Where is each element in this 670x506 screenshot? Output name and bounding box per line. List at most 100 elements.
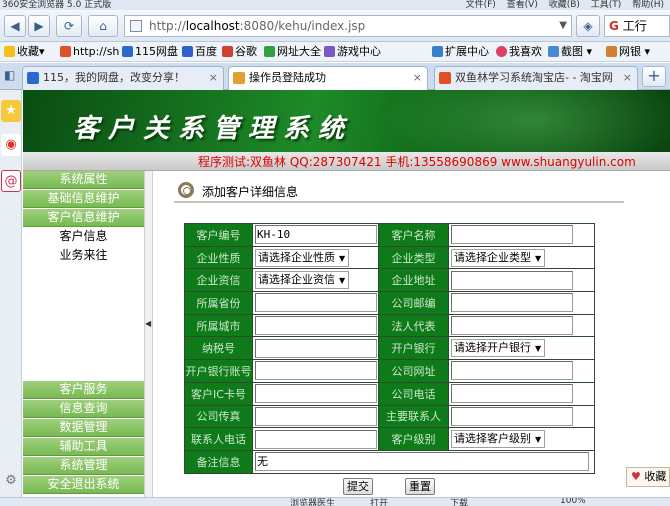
back-button[interactable]: ◀ <box>4 15 26 37</box>
banner-glow <box>383 90 670 152</box>
account-input[interactable] <box>255 361 377 381</box>
back-icon: ◀ <box>10 19 20 33</box>
weibo-icon[interactable]: ◉ <box>1 134 21 156</box>
phone-input[interactable] <box>451 384 573 404</box>
dropdown-icon[interactable]: ▼ <box>559 16 567 36</box>
fav-link-google[interactable]: 谷歌 <box>222 42 257 61</box>
menu-info-query[interactable]: 信息查询 <box>23 400 144 418</box>
customer-name-input[interactable] <box>451 225 573 245</box>
close-tab-icon[interactable]: × <box>209 67 218 89</box>
submenu-business[interactable]: 业务来往 <box>23 246 144 264</box>
sidebar-toggle-icon[interactable]: ◧ <box>4 68 15 82</box>
search-input[interactable]: G 工行 <box>604 15 670 37</box>
like-button[interactable]: 我喜欢 <box>496 42 542 61</box>
page-heading: 添加客户详细信息 <box>202 185 299 199</box>
province-input[interactable] <box>255 293 377 313</box>
tax-no-input[interactable] <box>255 338 377 358</box>
screenshot-button[interactable]: 截图 ▾ <box>548 42 592 61</box>
bank-select[interactable]: 请选择开户银行 ▼ <box>451 339 546 358</box>
chevron-down-icon: ▼ <box>535 253 542 263</box>
status-bar: 浏览器医生 打开 下载 100% <box>0 497 670 506</box>
nature-select[interactable]: 请选择企业性质 ▼ <box>255 248 350 267</box>
menu-customer-service[interactable]: 客户服务 <box>23 381 144 399</box>
reset-button[interactable]: 重置 <box>405 478 435 495</box>
legal-rep-input[interactable] <box>451 316 573 336</box>
address-input[interactable] <box>451 270 573 290</box>
home-icon: ⌂ <box>99 19 107 33</box>
ic-card-input[interactable] <box>255 384 377 404</box>
main-contact-input[interactable] <box>451 406 573 426</box>
fav-link-games[interactable]: 游戏中心 <box>324 42 381 61</box>
website-label: 公司网址 <box>378 359 449 383</box>
menu-system-properties[interactable]: 系统属性 <box>23 171 144 189</box>
website-input[interactable] <box>451 361 573 381</box>
menu-customer-info[interactable]: 客户信息维护 <box>23 209 144 227</box>
fav-link-http[interactable]: http://sh <box>60 42 119 61</box>
extensions-button[interactable]: 扩展中心 <box>432 42 489 61</box>
tab-taobao[interactable]: 双鱼林学习系统淘宝店- - 淘宝网 × <box>434 66 638 90</box>
shield-icon: ◈ <box>583 19 593 33</box>
menu-data-management[interactable]: 数据管理 <box>23 419 144 437</box>
forward-button[interactable]: ▶ <box>28 15 50 37</box>
collapse-arrow-icon[interactable]: ◀ <box>145 319 151 328</box>
bank-button[interactable]: 网银 ▾ <box>606 42 650 61</box>
status-doctor[interactable]: 浏览器医生 <box>290 498 335 506</box>
new-tab-button[interactable]: + <box>642 66 666 87</box>
tab-active-login[interactable]: 操作员登陆成功 × <box>228 66 428 91</box>
menu-favorites[interactable]: 收藏(B) <box>549 0 580 10</box>
credit-select[interactable]: 请选择企业资信 ▼ <box>255 271 350 290</box>
status-open[interactable]: 打开 <box>370 498 388 506</box>
menu-basic-info[interactable]: 基础信息维护 <box>23 190 144 208</box>
postcode-input[interactable] <box>451 293 573 313</box>
favorites-star-icon[interactable]: ★ <box>1 100 21 122</box>
form-row: 客户IC卡号 公司电话 <box>184 381 595 406</box>
menu-file[interactable]: 文件(F) <box>466 0 496 10</box>
credit-label: 企业资信 <box>184 268 253 293</box>
close-tab-icon[interactable]: × <box>413 67 422 89</box>
status-download[interactable]: 下载 <box>450 498 468 506</box>
window-title: 360安全浏览器 5.0 正式版 <box>2 0 112 10</box>
menu-view[interactable]: 查看(V) <box>507 0 538 10</box>
city-input[interactable] <box>255 316 377 336</box>
favorites-menu[interactable]: 收藏▾ <box>4 42 45 61</box>
fav-link-115[interactable]: 115网盘 <box>122 42 178 61</box>
fav-link-baidu[interactable]: 百度 <box>182 42 217 61</box>
level-select[interactable]: 请选择客户级别 ▼ <box>451 430 546 449</box>
close-tab-icon[interactable]: × <box>623 67 632 89</box>
mail-icon[interactable]: @ <box>1 170 21 192</box>
favorite-floating-button[interactable]: ♥ 收藏 <box>626 467 670 487</box>
tab-115[interactable]: 115，我的网盘，改变分享！ × <box>22 66 224 90</box>
address-url: http://localhost:8080/kehu/index.jsp <box>149 19 366 33</box>
game-icon <box>324 46 335 57</box>
address-bar[interactable]: http://localhost:8080/kehu/index.jsp ▼ <box>124 15 572 37</box>
bank-icon <box>606 46 617 57</box>
type-label: 企业类型 <box>378 245 449 270</box>
menu-help[interactable]: 帮助(H) <box>632 0 664 10</box>
menu-system-management[interactable]: 系统管理 <box>23 457 144 475</box>
home-button[interactable]: ⌂ <box>88 15 118 37</box>
left-menu: 系统属性 基础信息维护 客户信息维护 客户信息 业务来往 客户服务 信息查询 数… <box>23 171 144 506</box>
menu-logout[interactable]: 安全退出系统 <box>23 476 144 494</box>
fav-link-sites[interactable]: 网址大全 <box>264 42 321 61</box>
remark-label: 备注信息 <box>184 449 253 474</box>
fax-input[interactable] <box>255 406 377 426</box>
menu-tools[interactable]: 工具(T) <box>591 0 622 10</box>
type-select[interactable]: 请选择企业类型 ▼ <box>451 248 546 267</box>
shield-button[interactable]: ◈ <box>576 15 600 37</box>
menu-splitter[interactable]: ◀ <box>144 171 153 506</box>
form-row: 所属省份 公司邮编 <box>184 291 595 315</box>
submenu-customer-info[interactable]: 客户信息 <box>23 227 144 245</box>
form-row: 备注信息 无 <box>184 449 595 474</box>
customer-no-input[interactable]: KH-10 <box>255 225 377 245</box>
settings-gear-icon[interactable]: ⚙ <box>1 470 21 492</box>
refresh-button[interactable]: ⟳ <box>56 15 82 37</box>
form-row: 企业性质 请选择企业性质 ▼ 企业类型 请选择企业类型 ▼ <box>184 245 595 270</box>
form-row: 联系人电话 客户级别 请选择客户级别 ▼ <box>184 427 595 451</box>
site-icon <box>60 46 71 57</box>
menu-tools[interactable]: 辅助工具 <box>23 438 144 456</box>
browser-menu: 文件(F) 查看(V) 收藏(B) 工具(T) 帮助(H) <box>458 0 664 10</box>
contact-phone-input[interactable] <box>255 429 377 449</box>
status-zoom[interactable]: 100% <box>560 498 586 506</box>
remark-input[interactable]: 无 <box>255 452 589 472</box>
submit-button[interactable]: 提交 <box>343 478 373 495</box>
